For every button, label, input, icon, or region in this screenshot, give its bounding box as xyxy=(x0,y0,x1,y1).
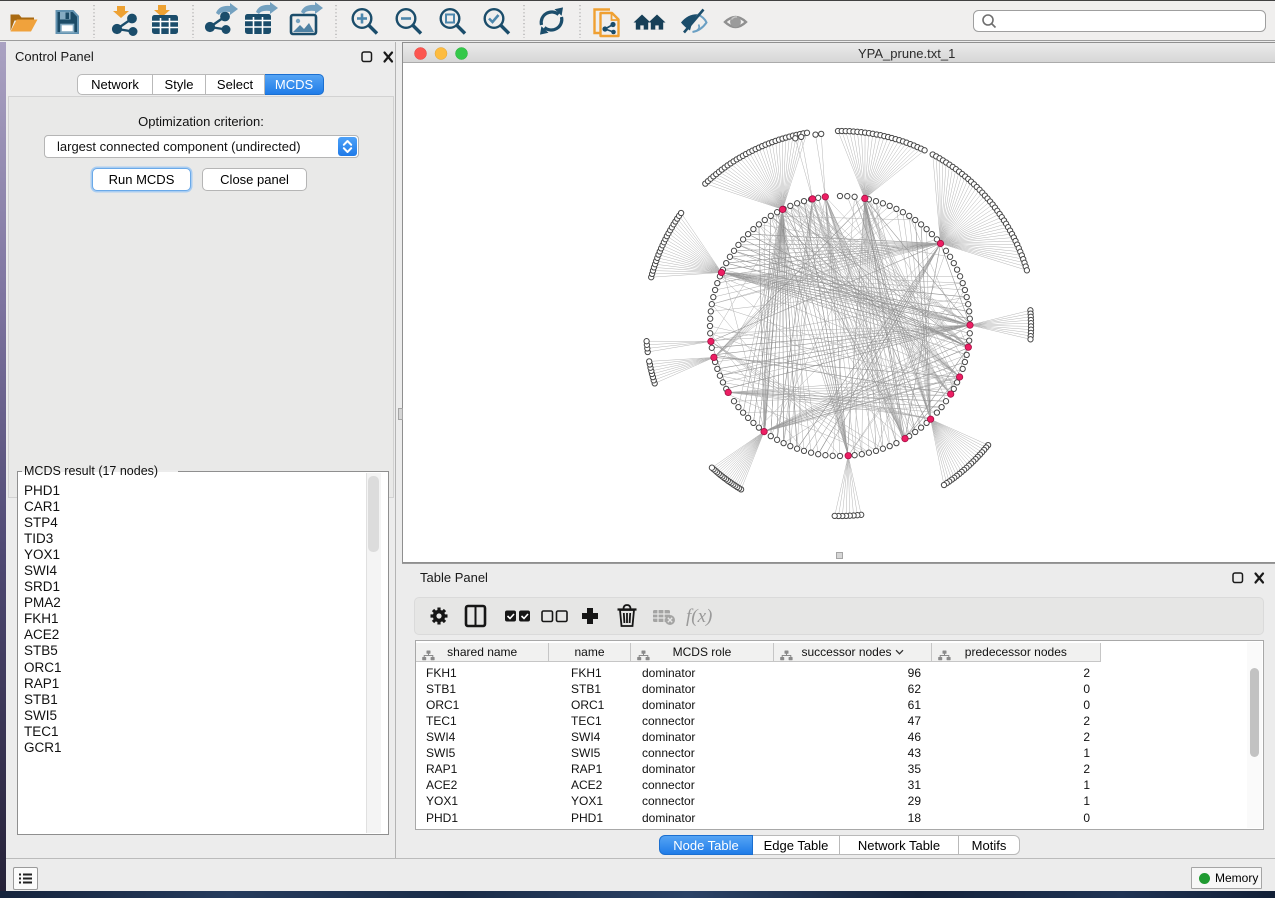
svg-text:f(x): f(x) xyxy=(686,606,712,627)
